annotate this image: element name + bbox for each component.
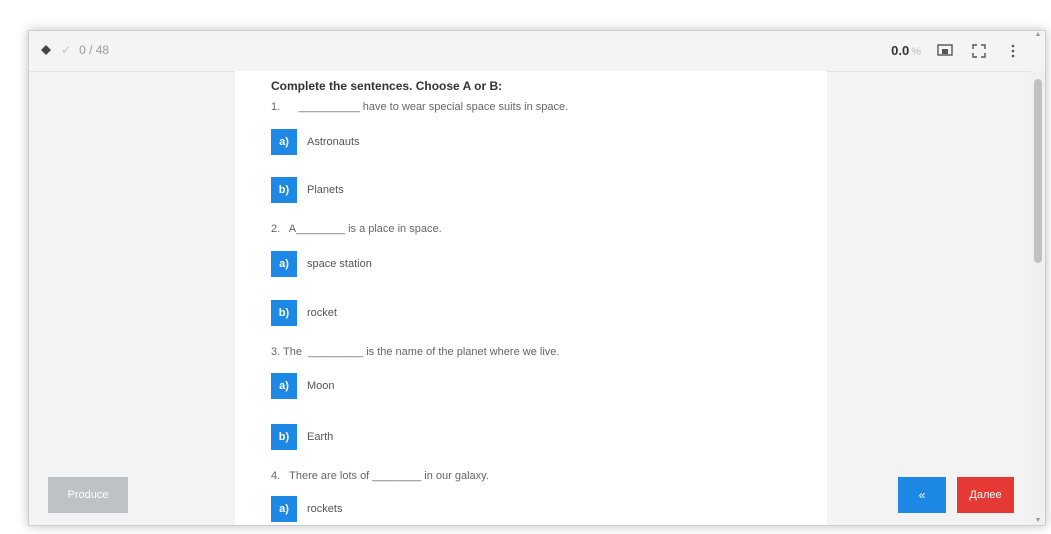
screen-icon[interactable] xyxy=(935,41,955,61)
option-letter-badge[interactable]: b) xyxy=(271,177,297,203)
scroll-down-arrow-icon[interactable]: ▼ xyxy=(1034,517,1042,525)
option-letter-badge[interactable]: a) xyxy=(271,373,297,399)
option-letter-badge[interactable]: a) xyxy=(271,251,297,277)
scroll-thumb[interactable] xyxy=(1034,79,1042,263)
question-3-option-a[interactable]: a) Moon xyxy=(271,373,335,399)
top-toolbar: ✓ 0 / 48 0.0% xyxy=(29,31,1045,72)
more-vertical-icon[interactable] xyxy=(1003,41,1023,61)
option-label: Earth xyxy=(307,431,334,443)
option-letter-badge[interactable]: a) xyxy=(271,496,297,522)
toolbar-left: ✓ 0 / 48 xyxy=(39,43,109,57)
score-display: 0.0% xyxy=(891,42,921,60)
option-label: Astronauts xyxy=(307,136,360,148)
pin-icon[interactable] xyxy=(39,43,53,57)
question-2-option-a[interactable]: a) space station xyxy=(271,251,372,277)
option-label: space station xyxy=(307,258,372,270)
quiz-window: ✓ 0 / 48 0.0% Complete the sentences. Ch… xyxy=(28,30,1046,526)
question-panel: Complete the sentences. Choose A or B: 1… xyxy=(235,71,827,525)
progress-counter: 0 / 48 xyxy=(79,43,110,57)
produce-button[interactable]: Produce xyxy=(48,477,128,513)
question-4-text: 4. There are lots of ________ in our gal… xyxy=(271,470,489,482)
check-icon: ✓ xyxy=(61,43,72,57)
score-unit: % xyxy=(911,46,921,58)
question-3-option-b[interactable]: b) Earth xyxy=(271,424,333,450)
fullscreen-icon[interactable] xyxy=(969,41,989,61)
score-value: 0.0 xyxy=(891,43,910,58)
vertical-scrollbar[interactable]: ▲ ▼ xyxy=(1031,31,1045,525)
question-2-text: 2. A________ is a place in space. xyxy=(271,223,442,235)
option-label: rockets xyxy=(307,503,343,515)
question-1-option-b[interactable]: b) Planets xyxy=(271,177,344,203)
question-2-option-b[interactable]: b) rocket xyxy=(271,300,337,326)
back-button[interactable]: « xyxy=(898,477,946,513)
option-label: rocket xyxy=(307,307,337,319)
question-1-text: 1. __________ have to wear special space… xyxy=(271,101,569,113)
option-letter-badge[interactable]: b) xyxy=(271,300,297,326)
question-1-option-a[interactable]: a) Astronauts xyxy=(271,129,360,155)
option-label: Moon xyxy=(307,380,335,392)
option-letter-badge[interactable]: a) xyxy=(271,129,297,155)
toolbar-right: 0.0% xyxy=(891,41,1023,61)
option-label: Planets xyxy=(307,184,344,196)
scroll-up-arrow-icon[interactable]: ▲ xyxy=(1034,31,1042,39)
instruction-heading: Complete the sentences. Choose A or B: xyxy=(271,79,503,93)
question-4-option-a[interactable]: a) rockets xyxy=(271,496,342,522)
option-letter-badge[interactable]: b) xyxy=(271,424,297,450)
question-3-text: 3. The _________ is the name of the plan… xyxy=(271,346,560,358)
next-button[interactable]: Далее xyxy=(957,477,1014,513)
